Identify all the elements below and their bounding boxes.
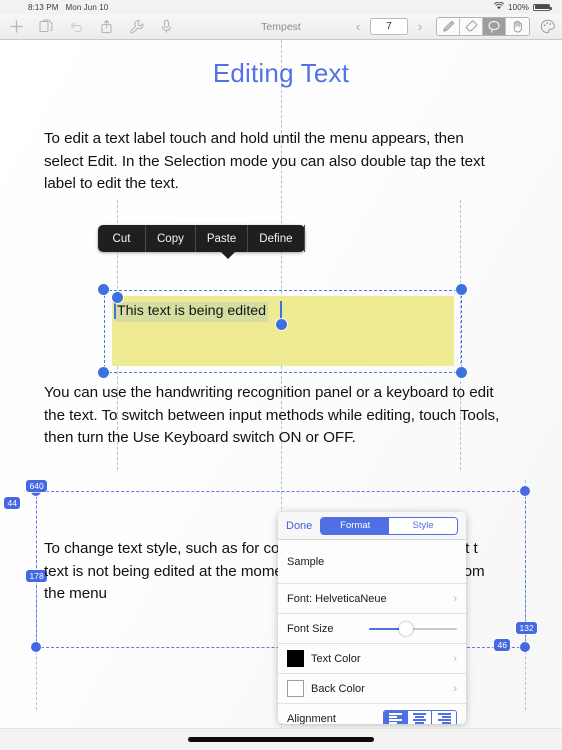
text-color-label: Text Color: [311, 652, 361, 665]
measure-badge-132[interactable]: 132: [516, 622, 538, 634]
region-handle-bottom-left[interactable]: [31, 642, 41, 652]
status-bar-right: 100%: [494, 1, 556, 12]
alignment-button-group: [383, 710, 457, 724]
text-format-popover: Done Format Style Sample Font: Helvetica…: [278, 512, 466, 724]
wifi-icon: [494, 1, 505, 12]
selection-handle-bottom-left[interactable]: [98, 367, 109, 378]
chevron-right-icon: ›: [453, 682, 457, 695]
popover-back-color-row[interactable]: Back Color ›: [278, 674, 466, 704]
selection-dash-top: [36, 491, 525, 492]
app-toolbar: Tempest ‹ 7 ›: [0, 14, 562, 40]
back-color-label: Back Color: [311, 682, 365, 695]
selection-handle-top-right[interactable]: [456, 284, 467, 295]
duplicate-page-icon[interactable]: [38, 18, 55, 35]
eraser-tool-button[interactable]: [460, 18, 483, 35]
status-bar: 8:13 PM Mon Jun 10 100%: [0, 0, 562, 14]
share-icon[interactable]: [98, 18, 115, 35]
hand-tool-button[interactable]: [506, 18, 529, 35]
tab-style[interactable]: Style: [389, 517, 458, 534]
popover-header: Done Format Style: [278, 512, 466, 540]
font-row-label: Font: HelveticaNeue: [287, 592, 387, 605]
align-left-button[interactable]: [384, 711, 408, 724]
chevron-right-icon: ›: [453, 592, 457, 605]
chevron-right-icon: ›: [453, 652, 457, 665]
popover-tab-group: Format Style: [320, 516, 458, 535]
selection-start-bar: [114, 301, 116, 319]
context-menu-pointer: [220, 251, 236, 259]
popover-sample-row: Sample: [278, 540, 466, 584]
slider-knob[interactable]: [398, 621, 413, 636]
align-right-icon: [437, 713, 451, 724]
toolbar-left-group: [0, 18, 175, 35]
popover-done-button[interactable]: Done: [286, 520, 312, 532]
selection-handle-top-left[interactable]: [98, 284, 109, 295]
text-selection-handle-end[interactable]: [276, 319, 287, 330]
tools-wrench-icon[interactable]: [128, 18, 145, 35]
add-icon[interactable]: [8, 18, 25, 35]
next-page-button[interactable]: ›: [413, 18, 427, 36]
home-indicator-area: [0, 728, 562, 750]
status-date: Mon Jun 10: [65, 2, 109, 12]
selection-end-bar: [280, 301, 282, 319]
align-right-button[interactable]: [432, 711, 456, 724]
text-color-swatch[interactable]: [287, 650, 304, 667]
ipad-app-window: 8:13 PM Mon Jun 10 100% Tempest ‹ 7 › Ed…: [0, 0, 562, 750]
popover-font-row[interactable]: Font: HelveticaNeue ›: [278, 584, 466, 614]
font-size-label: Font Size: [287, 622, 334, 635]
region-handle-top-right[interactable]: [520, 486, 530, 496]
popover-alignment-row: Alignment: [278, 704, 466, 724]
context-menu-paste[interactable]: Paste: [196, 225, 249, 252]
font-size-slider[interactable]: [369, 621, 457, 636]
context-menu-cut[interactable]: Cut: [98, 225, 146, 252]
align-center-icon: [413, 713, 426, 724]
toolbar-right-group: ‹ 7 ›: [351, 17, 562, 36]
page-number-input[interactable]: 7: [370, 18, 408, 35]
battery-percent: 100%: [508, 2, 529, 12]
text-context-menu: Cut Copy Paste Define: [98, 225, 305, 259]
paragraph-2: You can use the handwriting recognition …: [44, 384, 500, 446]
context-menu-copy[interactable]: Copy: [146, 225, 196, 252]
sample-label: Sample: [287, 555, 325, 568]
selection-handle-bottom-right[interactable]: [456, 367, 467, 378]
edited-text-content[interactable]: This text is being edited: [115, 302, 269, 322]
measure-badge-44[interactable]: 44: [4, 497, 21, 509]
popover-font-size-row[interactable]: Font Size: [278, 614, 466, 644]
measure-badge-640[interactable]: 640: [26, 480, 48, 492]
document-canvas[interactable]: Editing Text To edit a text label touch …: [0, 40, 562, 740]
tab-format[interactable]: Format: [321, 517, 390, 534]
selection-dash-left: [36, 491, 37, 647]
pen-tool-button[interactable]: [437, 18, 460, 35]
alignment-label: Alignment: [287, 712, 336, 725]
undo-icon[interactable]: [68, 18, 85, 35]
text-selection-handle-start[interactable]: [112, 292, 123, 303]
previous-page-button[interactable]: ‹: [351, 18, 365, 36]
battery-icon: [533, 3, 552, 11]
back-color-swatch[interactable]: [287, 680, 304, 697]
align-left-icon: [389, 713, 402, 724]
microphone-icon[interactable]: [158, 18, 175, 35]
region-handle-bottom-right[interactable]: [520, 642, 530, 652]
palette-icon[interactable]: [539, 18, 556, 35]
lasso-tool-button[interactable]: [483, 18, 506, 35]
popover-text-color-row[interactable]: Text Color ›: [278, 644, 466, 674]
context-menu-define[interactable]: Define: [248, 225, 305, 252]
status-bar-left: 8:13 PM Mon Jun 10: [6, 3, 108, 12]
home-indicator[interactable]: [188, 737, 374, 742]
status-time: 8:13 PM: [28, 2, 59, 12]
measure-badge-46[interactable]: 46: [494, 639, 511, 651]
align-center-button[interactable]: [408, 711, 432, 724]
page-title: Editing Text: [212, 58, 350, 88]
paragraph-1: To edit a text label touch and hold unti…: [44, 130, 485, 192]
tool-segmented-control: [436, 17, 530, 36]
